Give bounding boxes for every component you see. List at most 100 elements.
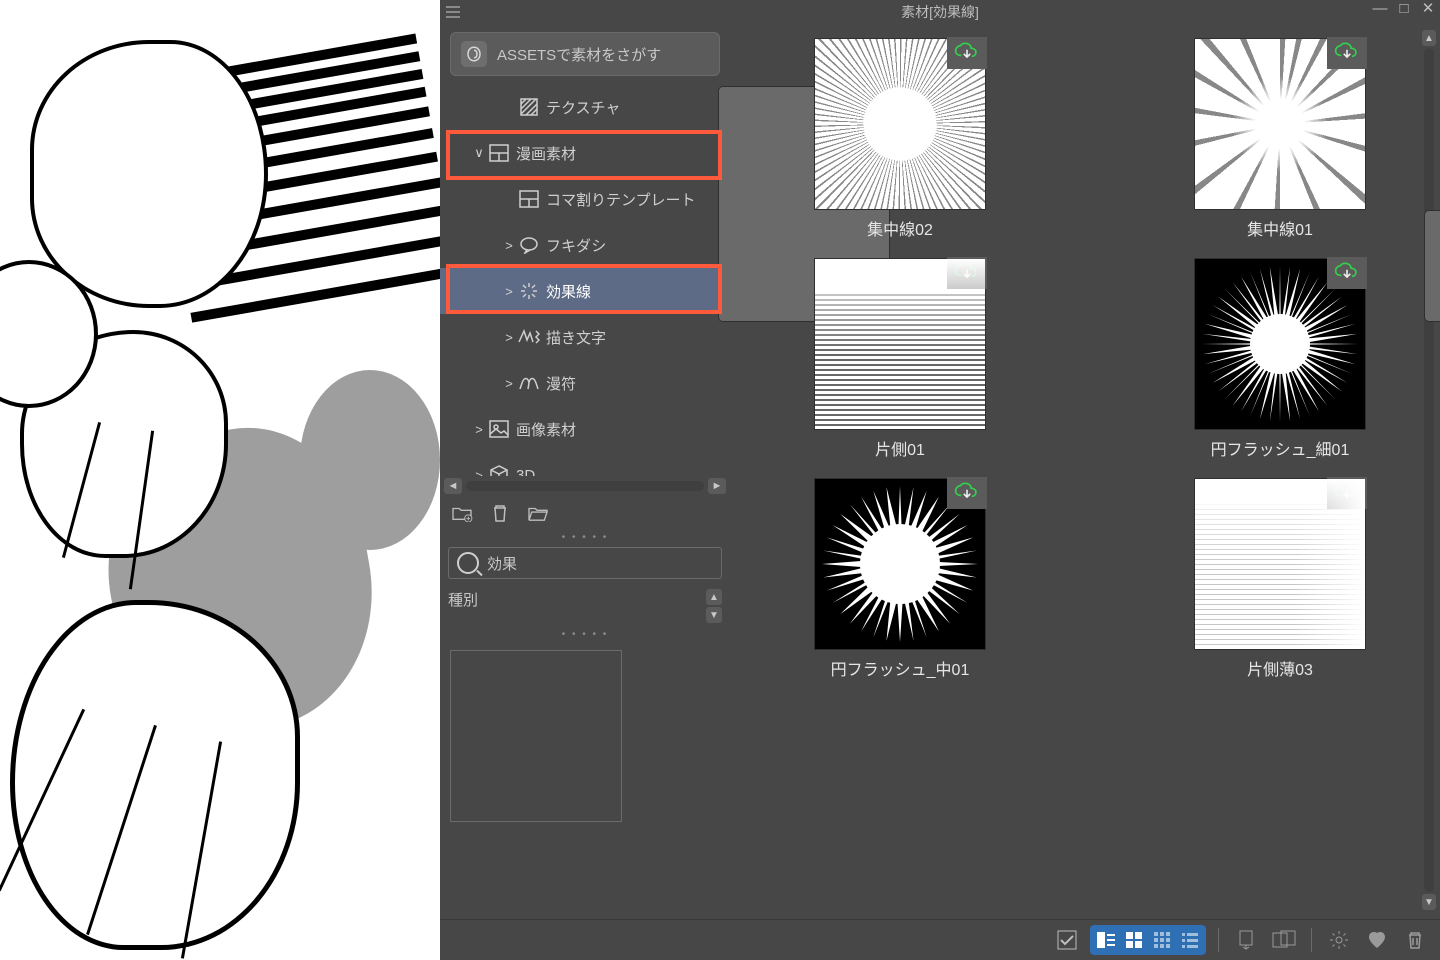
tree-item-label: 効果線 (546, 281, 591, 302)
assets-search-label: ASSETSで素材をさがす (497, 44, 661, 65)
trash-icon[interactable] (1400, 926, 1430, 954)
download-badge-icon[interactable] (1327, 477, 1367, 509)
close-button[interactable]: ✕ (1420, 0, 1436, 16)
tree-item[interactable]: ∨ 漫画素材 (440, 130, 730, 176)
scroll-up-icon[interactable]: ▲ (1422, 30, 1436, 46)
download-badge-icon[interactable] (1327, 37, 1367, 69)
material-name: 集中線01 (1247, 216, 1313, 240)
view-mode-group (1090, 925, 1206, 955)
panel-icon (518, 188, 540, 210)
sfx-icon (518, 326, 540, 348)
tree-item[interactable]: >3D (440, 452, 730, 476)
minimize-button[interactable]: — (1372, 0, 1388, 16)
material-thumbnail (814, 478, 986, 650)
filter-down-button[interactable]: ▼ (706, 607, 722, 623)
left-column: ASSETSで素材をさがす テクスチャ∨漫画素材コマ割りテンプレート>フキダシ>… (440, 24, 730, 960)
material-thumbnail (1194, 38, 1366, 210)
material-grid-area: 集中線02集中線01片側01円フラッシュ_細01円フラッシュ_中01片側薄03 … (730, 24, 1440, 960)
chevron-icon: > (500, 376, 518, 391)
tree-item-label: 描き文字 (546, 327, 606, 348)
canvas-area[interactable] (0, 0, 440, 960)
search-box[interactable]: 効果 (448, 547, 722, 579)
tree-item[interactable]: テクスチャ (440, 84, 730, 130)
tree-vscroll[interactable] (716, 86, 730, 476)
tree-item[interactable]: >漫符 (440, 360, 730, 406)
burst-icon (518, 280, 540, 302)
tree-item[interactable]: > 描き文字 (440, 314, 730, 360)
chevron-icon: > (500, 330, 518, 345)
material-thumbnail (814, 258, 986, 430)
assets-search-button[interactable]: ASSETSで素材をさがす (450, 32, 720, 76)
panel-title: 素材[効果線] (440, 2, 1440, 22)
scroll-down-icon[interactable]: ▼ (1422, 894, 1436, 910)
cube-icon (488, 464, 510, 476)
material-panel: 素材[効果線] — □ ✕ ASSETSで素材をさがす テクス (440, 0, 1440, 960)
material-item[interactable]: 集中線02 (770, 38, 1030, 240)
tree-item-label: コマ割りテンプレート (546, 189, 696, 210)
material-name: 片側01 (875, 436, 925, 460)
manga-artwork (0, 0, 440, 960)
download-badge-icon[interactable] (947, 257, 987, 289)
filter-label: 種別 (448, 589, 706, 610)
material-name: 片側薄03 (1247, 656, 1313, 680)
balloon-icon (518, 234, 540, 256)
chevron-icon: > (470, 468, 488, 477)
grid-vscroll[interactable]: ▲ ▼ (1422, 30, 1436, 910)
material-name: 円フラッシュ_細01 (1211, 436, 1350, 460)
paste-to-canvas-button[interactable] (1231, 926, 1261, 954)
divider: • • • • • (440, 629, 730, 640)
delete-folder-button[interactable] (486, 500, 514, 526)
divider: • • • • • (440, 532, 730, 543)
chevron-icon: > (470, 422, 488, 437)
maximize-button[interactable]: □ (1396, 0, 1412, 16)
material-item[interactable]: 集中線01 (1150, 38, 1410, 240)
download-badge-icon[interactable] (947, 37, 987, 69)
download-badge-icon[interactable] (1327, 257, 1367, 289)
search-value: 効果 (487, 553, 517, 574)
check-icon[interactable] (1052, 926, 1082, 954)
download-badge-icon[interactable] (947, 477, 987, 509)
view-large-button[interactable] (1120, 927, 1148, 953)
material-item[interactable]: 円フラッシュ_中01 (770, 478, 1030, 680)
material-item[interactable]: 片側薄03 (1150, 478, 1410, 680)
view-list-button[interactable] (1176, 927, 1204, 953)
image-icon (488, 418, 510, 440)
tree-hscroll[interactable]: ◄ ► (444, 478, 726, 494)
settings-icon[interactable] (1324, 926, 1354, 954)
tree-item[interactable]: > 効果線 (440, 268, 730, 314)
tree-item-label: 3D (516, 467, 535, 477)
save-material-button[interactable] (1269, 926, 1299, 954)
chevron-icon: > (500, 238, 518, 253)
scroll-right-icon[interactable]: ► (708, 478, 726, 494)
new-folder-button[interactable] (448, 500, 476, 526)
panel-icon (488, 142, 510, 164)
tree-item[interactable]: > 画像素材 (440, 406, 730, 452)
tree-item[interactable]: > フキダシ (440, 222, 730, 268)
chevron-icon: > (500, 284, 518, 299)
tree-item-label: フキダシ (546, 235, 606, 256)
material-item[interactable]: 円フラッシュ_細01 (1150, 258, 1410, 460)
texture-icon (518, 96, 540, 118)
chevron-icon: ∨ (470, 145, 488, 161)
open-folder-button[interactable] (524, 500, 552, 526)
tree-item-label: 画像素材 (516, 419, 576, 440)
scroll-left-icon[interactable]: ◄ (444, 478, 462, 494)
search-icon (457, 552, 479, 574)
tree-item-label: 漫画素材 (516, 143, 576, 164)
preview-box (450, 650, 622, 822)
manpu-icon (518, 372, 540, 394)
material-tree[interactable]: テクスチャ∨漫画素材コマ割りテンプレート>フキダシ>効果線>描き文字>漫符>画像… (440, 84, 730, 476)
material-thumbnail (1194, 258, 1366, 430)
material-thumbnail (814, 38, 986, 210)
tree-item[interactable]: コマ割りテンプレート (440, 176, 730, 222)
filter-up-button[interactable]: ▲ (706, 589, 722, 605)
material-grid[interactable]: 集中線02 集中線01 片側01 円フラッシュ_細01 円フラッシュ_中01 片側薄03 (730, 24, 1440, 960)
view-detail-button[interactable] (1092, 927, 1120, 953)
favorite-icon[interactable] (1362, 926, 1392, 954)
material-thumbnail (1194, 478, 1366, 650)
material-name: 円フラッシュ_中01 (831, 656, 970, 680)
folder-toolbar (440, 494, 730, 532)
titlebar: 素材[効果線] — □ ✕ (440, 0, 1440, 24)
view-small-button[interactable] (1148, 927, 1176, 953)
material-item[interactable]: 片側01 (770, 258, 1030, 460)
